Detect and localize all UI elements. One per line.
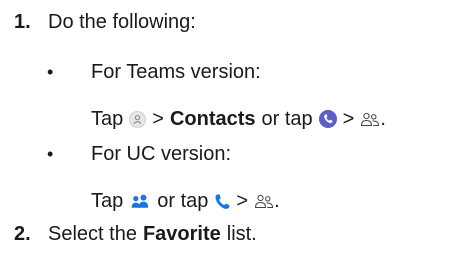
phone-icon — [214, 193, 230, 210]
or-tap-text: or tap — [261, 107, 313, 130]
people-icon — [129, 193, 151, 210]
phone-circle-icon — [318, 110, 337, 128]
uc-instruction: Tap or tap > . — [91, 188, 280, 214]
step-text: Do the following: — [48, 10, 196, 33]
or-tap-text: or tap — [157, 189, 209, 212]
contacts-icon — [254, 193, 274, 210]
contacts-icon — [360, 111, 380, 128]
teams-instruction: Tap > Contacts or tap > . — [91, 106, 386, 132]
bullet: • — [47, 143, 54, 164]
favorite-term: Favorite — [142, 222, 221, 245]
sentence-end: . — [380, 107, 386, 130]
tap-text: Tap — [91, 107, 124, 130]
step-text-after: list. — [226, 222, 257, 245]
gt-symbol: > — [236, 189, 249, 212]
step-2: 2. Select the Favorite list. — [14, 221, 257, 247]
step-1: 1. Do the following: — [14, 9, 196, 35]
option-label: For Teams version: — [91, 60, 261, 83]
step-number: 2. — [14, 222, 31, 245]
option-label: For UC version: — [91, 142, 232, 165]
step-text-before: Select the — [48, 222, 137, 245]
instruction-document: 1. Do the following: • For Teams version… — [0, 0, 471, 260]
person-circle-icon — [129, 110, 147, 128]
sentence-end: . — [274, 189, 280, 212]
tap-text: Tap — [91, 189, 124, 212]
bullet: • — [47, 61, 54, 82]
contacts-term: Contacts — [169, 107, 256, 130]
teams-option: • For Teams version: — [47, 59, 261, 85]
gt-symbol: > — [152, 107, 164, 130]
uc-option: • For UC version: — [47, 141, 231, 167]
step-number: 1. — [14, 10, 31, 33]
gt-symbol: > — [342, 107, 355, 130]
